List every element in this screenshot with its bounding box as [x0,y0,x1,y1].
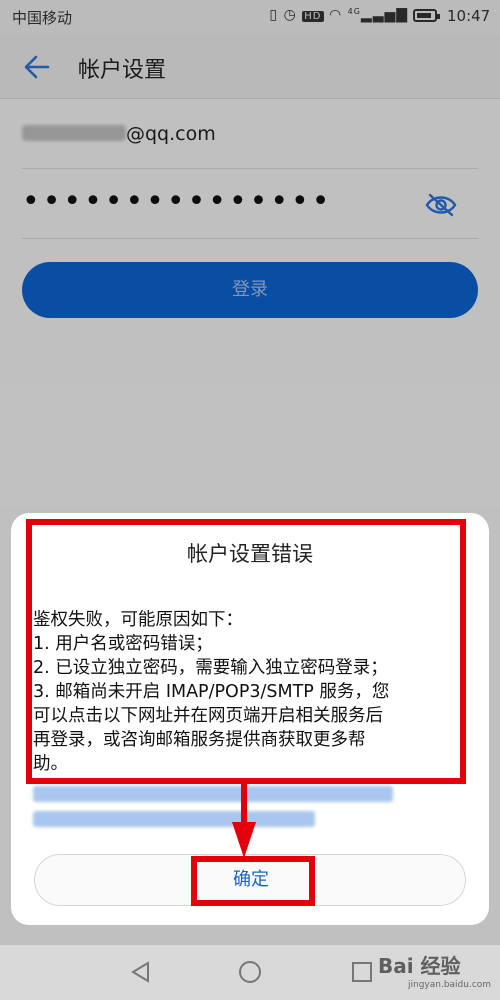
home-circle-icon[interactable] [237,959,263,985]
annotation-highlight-ok [191,856,315,906]
watermark-logo: Bai 经验 [378,954,461,978]
back-triangle-icon[interactable] [128,959,154,985]
annotation-arrow-icon [232,784,256,858]
recents-square-icon[interactable] [349,959,375,985]
watermark-url: jingyan.baidu.com [408,980,492,990]
